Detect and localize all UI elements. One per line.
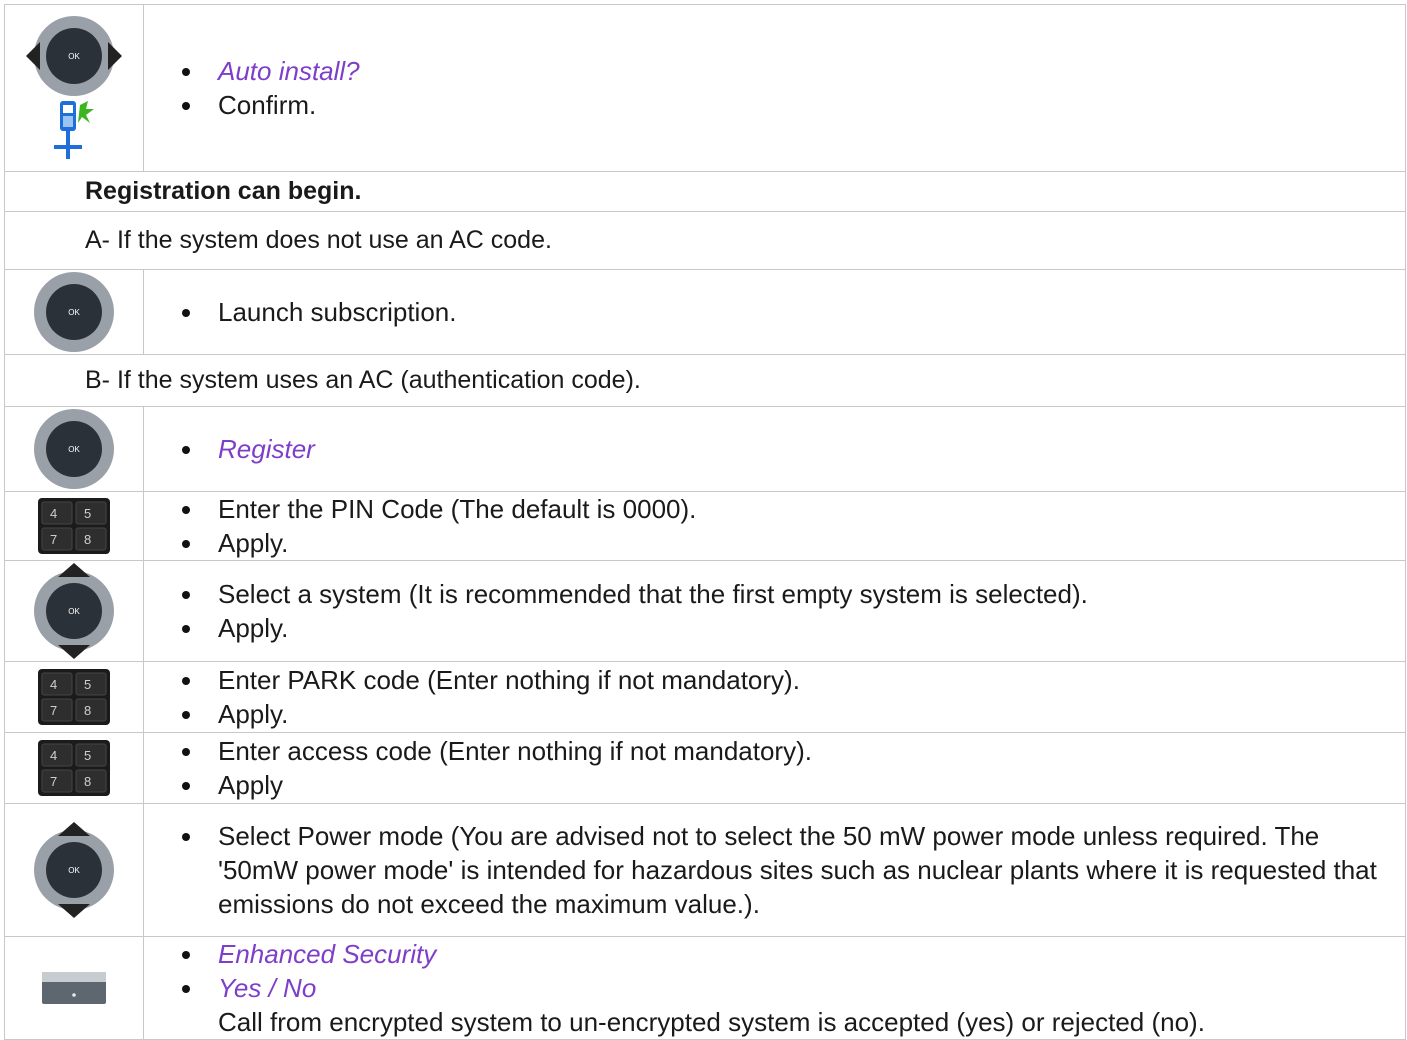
section-condition: B- If the system uses an AC (authenticat… bbox=[4, 354, 1406, 407]
step-row: Enhanced Security Yes / No Call from encry… bbox=[4, 936, 1406, 1040]
instruction-cell: Enter PARK code (Enter nothing if not ma… bbox=[143, 661, 1406, 733]
svg-text:5: 5 bbox=[84, 748, 91, 763]
keypad-icon: 4 5 7 8 bbox=[38, 740, 110, 796]
instruction-list: Enter access code (Enter nothing if not … bbox=[144, 734, 1405, 802]
svg-text:8: 8 bbox=[84, 532, 91, 547]
instruction-cell: Enhanced Security Yes / No Call from encry… bbox=[143, 936, 1406, 1040]
icon-cell: OK bbox=[4, 560, 144, 662]
instruction-item: Enter PARK code (Enter nothing if not ma… bbox=[172, 663, 1405, 697]
step-row: OK Select a system (It is recommended tha… bbox=[4, 560, 1406, 662]
instruction-list: Register bbox=[144, 432, 1405, 466]
step-row: 4 5 7 8 Enter access code (Enter nothing if … bbox=[4, 732, 1406, 804]
steps-table: OK Auto install? Confirm. Registration can … bbox=[4, 4, 1406, 1040]
svg-text:5: 5 bbox=[84, 506, 91, 521]
instruction-list: Launch subscription. bbox=[144, 295, 1405, 329]
icon-cell: 4 5 7 8 bbox=[4, 661, 144, 733]
instruction-cell: Enter the PIN Code (The default is 0000)… bbox=[143, 491, 1406, 561]
svg-text:7: 7 bbox=[50, 703, 57, 718]
instruction-cell: Select Power mode (You are advised not t… bbox=[143, 803, 1406, 937]
instruction-list: Enhanced Security Yes / No bbox=[144, 937, 1405, 1005]
instruction-item: Launch subscription. bbox=[172, 295, 1405, 329]
section-heading: Registration can begin. bbox=[4, 171, 1406, 212]
navigator-ud-icon: OK bbox=[34, 563, 114, 659]
instruction-note: Call from encrypted system to un-encrypt… bbox=[218, 1007, 1205, 1037]
instruction-item: Confirm. bbox=[172, 88, 1405, 122]
icon-cell bbox=[4, 936, 144, 1040]
icon-cell: 4 5 7 8 bbox=[4, 491, 144, 561]
instruction-item: Enter access code (Enter nothing if not … bbox=[172, 734, 1405, 768]
instruction-cell: Launch subscription. bbox=[143, 269, 1406, 355]
svg-text:4: 4 bbox=[50, 748, 57, 763]
instruction-list: Auto install? Confirm. bbox=[144, 54, 1405, 122]
icon-cell: 4 5 7 8 bbox=[4, 732, 144, 804]
icon-cell: OK bbox=[4, 4, 144, 172]
instruction-item: Apply. bbox=[172, 526, 1405, 560]
instruction-item: Register bbox=[172, 432, 1405, 466]
svg-text:OK: OK bbox=[68, 607, 80, 616]
step-row: 4 5 7 8 Enter PARK code (Enter nothing if no… bbox=[4, 661, 1406, 733]
svg-text:4: 4 bbox=[50, 677, 57, 692]
instruction-cell: Register bbox=[143, 406, 1406, 492]
svg-text:8: 8 bbox=[84, 703, 91, 718]
svg-text:4: 4 bbox=[50, 506, 57, 521]
ok-button-icon: OK bbox=[34, 272, 114, 352]
instruction-list: Select Power mode (You are advised not t… bbox=[144, 819, 1405, 921]
instruction-item: Enhanced Security bbox=[172, 937, 1405, 971]
keypad-icon: 4 5 7 8 bbox=[38, 498, 110, 554]
step-row: Registration can begin. bbox=[4, 171, 1406, 212]
instruction-list: Enter PARK code (Enter nothing if not ma… bbox=[144, 663, 1405, 731]
icon-cell: OK bbox=[4, 803, 144, 937]
instruction-cell: Enter access code (Enter nothing if not … bbox=[143, 732, 1406, 804]
svg-text:5: 5 bbox=[84, 677, 91, 692]
handset-install-icon bbox=[54, 101, 94, 159]
instruction-item: Apply. bbox=[172, 697, 1405, 731]
instruction-item: Auto install? bbox=[172, 54, 1405, 88]
icon-cell: OK bbox=[4, 269, 144, 355]
section-condition: A- If the system does not use an AC code… bbox=[4, 211, 1406, 270]
step-row: OK Auto install? Confirm. bbox=[4, 4, 1406, 172]
instruction-cell: Auto install? Confirm. bbox=[143, 4, 1406, 172]
step-row: A- If the system does not use an AC code… bbox=[4, 211, 1406, 270]
svg-text:OK: OK bbox=[68, 445, 80, 454]
icon-cell: OK bbox=[4, 406, 144, 492]
navigator-ud-icon: OK bbox=[34, 822, 114, 918]
svg-text:7: 7 bbox=[50, 774, 57, 789]
svg-text:8: 8 bbox=[84, 774, 91, 789]
step-row: OK Register bbox=[4, 406, 1406, 492]
keypad-icon: 4 5 7 8 bbox=[38, 669, 110, 725]
step-row: OK Select Power mode (You are advised not… bbox=[4, 803, 1406, 937]
instruction-item: Select Power mode (You are advised not t… bbox=[172, 819, 1405, 921]
step-row: 4 5 7 8 Enter the PIN Code (The default is 0… bbox=[4, 491, 1406, 561]
instruction-list: Select a system (It is recommended that … bbox=[144, 577, 1405, 645]
step-row: B- If the system uses an AC (authenticat… bbox=[4, 354, 1406, 407]
instruction-cell: Select a system (It is recommended that … bbox=[143, 560, 1406, 662]
svg-text:OK: OK bbox=[68, 308, 80, 317]
instruction-item: Yes / No bbox=[172, 971, 1405, 1005]
instruction-item: Apply bbox=[172, 768, 1405, 802]
svg-text:OK: OK bbox=[68, 866, 80, 875]
softkey-icon bbox=[42, 972, 106, 1004]
instruction-item: Enter the PIN Code (The default is 0000)… bbox=[172, 492, 1405, 526]
step-row: OK Launch subscription. bbox=[4, 269, 1406, 355]
svg-text:OK: OK bbox=[68, 52, 80, 61]
instruction-list: Enter the PIN Code (The default is 0000)… bbox=[144, 492, 1405, 560]
instruction-item: Select a system (It is recommended that … bbox=[172, 577, 1405, 611]
ok-button-icon: OK bbox=[34, 409, 114, 489]
navigator-lr-icon: OK bbox=[26, 16, 122, 96]
svg-text:7: 7 bbox=[50, 532, 57, 547]
instruction-item: Apply. bbox=[172, 611, 1405, 645]
